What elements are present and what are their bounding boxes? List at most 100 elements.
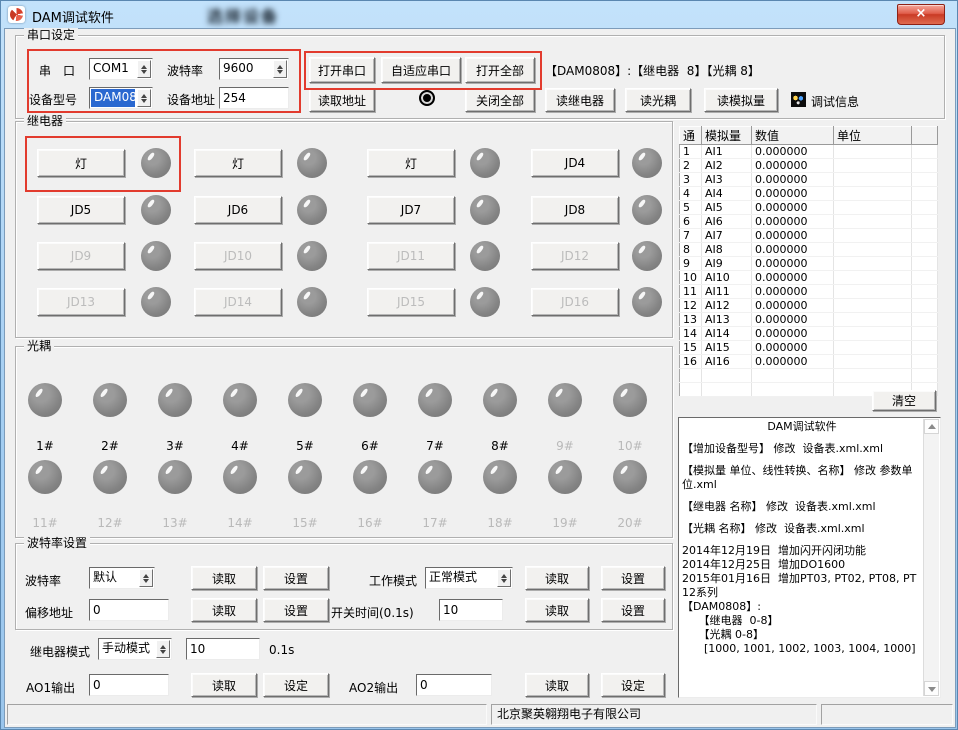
relay-button-15[interactable]: JD15 <box>367 288 455 316</box>
relay-button-7[interactable]: JD7 <box>367 196 455 224</box>
relay-button-16[interactable]: JD16 <box>531 288 619 316</box>
relay-button-9[interactable]: JD9 <box>37 242 125 270</box>
table-cell <box>834 355 912 369</box>
table-row: 5AI50.000000 <box>680 201 938 215</box>
table-cell: 0.000000 <box>752 145 834 159</box>
log-line: 2014年12月25日 增加DO1600 <box>682 558 922 572</box>
table-cell: 9 <box>680 257 702 271</box>
relay-mode-select[interactable]: 手动模式 <box>98 638 172 660</box>
model-select[interactable]: DAM0808 <box>89 87 153 109</box>
log-line <box>682 456 922 464</box>
table-cell: AI3 <box>702 173 752 187</box>
opto-channel-label: 8# <box>480 439 520 453</box>
close-button[interactable]: × <box>897 4 945 25</box>
relay-button-3[interactable]: 灯 <box>367 149 455 177</box>
status-panel-left <box>7 704 487 725</box>
serial-group-legend: 串口设定 <box>24 28 78 42</box>
relay-button-2[interactable]: 灯 <box>194 149 282 177</box>
dropdown-icon[interactable] <box>497 569 511 587</box>
offset-input[interactable] <box>89 599 169 621</box>
table-cell: AI7 <box>702 229 752 243</box>
read-analog-button[interactable]: 读模拟量 <box>704 88 778 112</box>
baud-mode-value: 默认 <box>90 568 138 588</box>
table-cell: 0.000000 <box>752 299 834 313</box>
window-title: DAM调试软件 <box>32 7 114 26</box>
open-serial-button[interactable]: 打开串口 <box>309 57 375 83</box>
relay-button-12[interactable]: JD12 <box>531 242 619 270</box>
switch-time-set-button[interactable]: 设置 <box>601 598 665 622</box>
ao1-label: AO1输出 <box>26 679 75 696</box>
relay-button-1[interactable]: 灯 <box>37 149 125 177</box>
close-all-button[interactable]: 关闭全部 <box>465 88 535 112</box>
relay-time-input[interactable] <box>186 638 260 660</box>
switch-time-input[interactable] <box>439 599 503 621</box>
work-mode-set-button[interactable]: 设置 <box>601 566 665 590</box>
baud-set-button[interactable]: 设置 <box>263 566 329 590</box>
table-cell <box>834 215 912 229</box>
table-cell: AI6 <box>702 215 752 229</box>
relay-button-8[interactable]: JD8 <box>531 196 619 224</box>
relay-button-4[interactable]: JD4 <box>531 149 619 177</box>
app-window: DAM调试软件 选择设备 × 串口设定 串 口 COM1 波特率 9600 设备… <box>0 0 958 730</box>
scroll-up-icon[interactable] <box>924 419 939 434</box>
relay-group-legend: 继电器 <box>24 114 66 128</box>
table-cell <box>834 271 912 285</box>
baud-mode-label: 波特率 <box>25 572 61 589</box>
opto-channel-label: 12# <box>90 516 130 530</box>
log-line <box>682 434 922 442</box>
ao2-read-button[interactable]: 读取 <box>525 673 589 697</box>
relay-button-11[interactable]: JD11 <box>367 242 455 270</box>
ao1-input[interactable] <box>89 674 169 696</box>
relay-led-icon <box>141 148 171 178</box>
port-select[interactable]: COM1 <box>89 58 153 80</box>
read-opto-button[interactable]: 读光耦 <box>625 88 691 112</box>
baud-select[interactable]: 9600 <box>219 58 289 80</box>
adaptive-serial-button[interactable]: 自适应串口 <box>381 57 461 83</box>
relay-button-13[interactable]: JD13 <box>37 288 125 316</box>
log-scrollbar[interactable] <box>923 419 939 696</box>
table-cell <box>912 299 938 313</box>
work-mode-select[interactable]: 正常模式 <box>425 567 513 589</box>
offset-read-button[interactable]: 读取 <box>191 598 257 622</box>
baud-read-button[interactable]: 读取 <box>191 566 257 590</box>
table-cell <box>834 187 912 201</box>
ao2-input[interactable] <box>416 674 492 696</box>
table-cell <box>912 159 938 173</box>
baud-mode-select[interactable]: 默认 <box>89 567 155 589</box>
scroll-down-icon[interactable] <box>924 681 939 696</box>
dropdown-icon[interactable] <box>273 60 287 78</box>
dropdown-icon[interactable] <box>137 89 151 107</box>
table-cell: 15 <box>680 341 702 355</box>
relay-button-5[interactable]: JD5 <box>37 196 125 224</box>
switch-time-read-button[interactable]: 读取 <box>525 598 589 622</box>
address-label: 设备地址 <box>167 91 215 108</box>
table-cell: 2 <box>680 159 702 173</box>
log-line: 2014年12月19日 增加闪开闪闭功能 <box>682 544 922 558</box>
ao1-read-button[interactable]: 读取 <box>191 673 257 697</box>
read-address-button[interactable]: 读取地址 <box>309 88 375 112</box>
relay-button-14[interactable]: JD14 <box>194 288 282 316</box>
table-cell <box>834 285 912 299</box>
relay-button-10[interactable]: JD10 <box>194 242 282 270</box>
debug-info-label: 调试信息 <box>811 93 859 110</box>
dropdown-icon[interactable] <box>137 60 151 78</box>
clear-button[interactable]: 清空 <box>872 390 936 411</box>
ao2-set-button[interactable]: 设定 <box>601 673 665 697</box>
table-cell: 0.000000 <box>752 257 834 271</box>
table-cell <box>834 243 912 257</box>
port-value: COM1 <box>90 59 136 79</box>
ao1-set-button[interactable]: 设定 <box>263 673 329 697</box>
work-mode-read-button[interactable]: 读取 <box>525 566 589 590</box>
relay-button-6[interactable]: JD6 <box>194 196 282 224</box>
opto-led-icon <box>28 383 62 417</box>
offset-set-button[interactable]: 设置 <box>263 598 329 622</box>
open-all-button[interactable]: 打开全部 <box>465 57 535 83</box>
relay-led-icon <box>141 241 171 271</box>
dropdown-icon[interactable] <box>139 569 153 587</box>
opto-channel-label: 14# <box>220 516 260 530</box>
dropdown-icon[interactable] <box>156 640 170 658</box>
address-input[interactable] <box>219 87 289 109</box>
table-header-cell: 模拟量 <box>702 127 752 145</box>
read-relay-button[interactable]: 读继电器 <box>545 88 615 112</box>
table-cell <box>912 201 938 215</box>
